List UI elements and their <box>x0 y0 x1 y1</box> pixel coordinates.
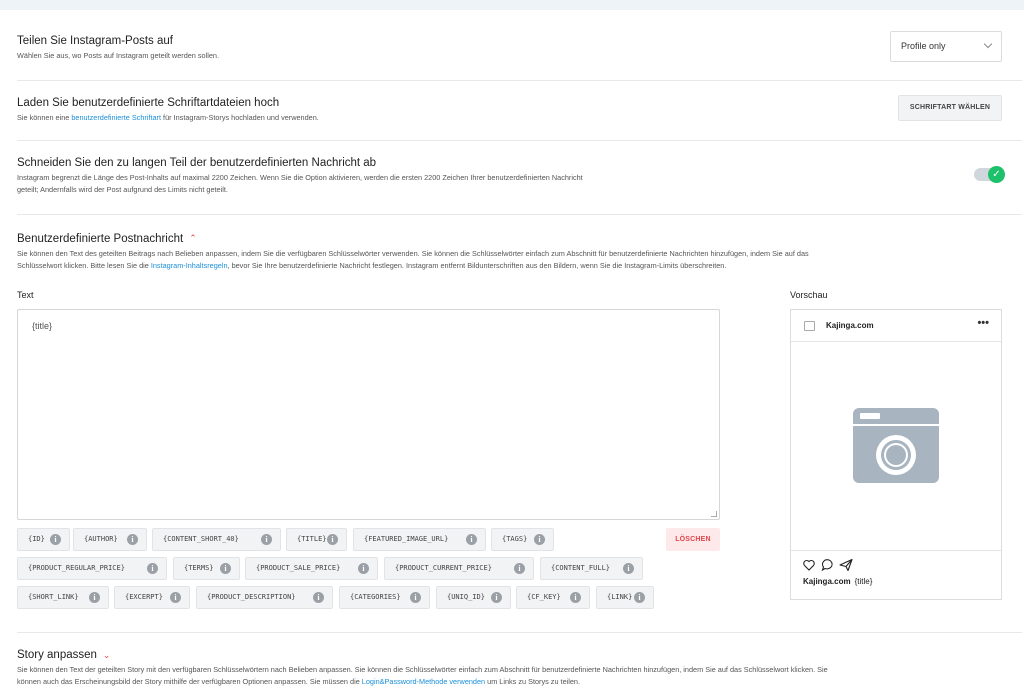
info-icon[interactable]: i <box>570 592 581 603</box>
share-section: Teilen Sie Instagram-Posts auf Wählen Si… <box>17 34 1022 62</box>
info-icon[interactable]: i <box>261 534 272 545</box>
keyword-tag[interactable]: {LINK} i <box>596 586 654 609</box>
heart-icon[interactable] <box>803 559 815 571</box>
preview-image <box>791 342 1001 551</box>
image-placeholder-icon <box>804 321 815 331</box>
keyword-tag[interactable]: {PRODUCT_SALE_PRICE} i <box>245 557 378 580</box>
info-icon[interactable]: i <box>491 592 502 603</box>
keyword-tag[interactable]: {PRODUCT_DESCRIPTION} i <box>196 586 333 609</box>
keyword-tag[interactable]: {CONTENT_SHORT_40} i <box>152 528 281 551</box>
keyword-tag[interactable]: {TAGS} i <box>491 528 554 551</box>
camera-icon <box>853 408 939 483</box>
info-icon[interactable]: i <box>358 563 369 574</box>
share-location-value: Profile only <box>901 41 946 51</box>
font-upload-description: Sie können eine benutzerdefinierte Schri… <box>17 113 319 122</box>
check-icon: ✓ <box>988 166 1005 183</box>
keyword-tag[interactable]: {ID} i <box>17 528 70 551</box>
info-icon[interactable]: i <box>50 534 61 545</box>
more-options-icon[interactable]: ••• <box>977 317 989 329</box>
info-icon[interactable]: i <box>313 592 324 603</box>
preview-actions <box>803 558 863 575</box>
info-icon[interactable]: i <box>634 592 645 603</box>
story-section: Story anpassen ⌄ Sie können den Text der … <box>17 648 1022 688</box>
caption-account: Kajinga.com <box>803 577 851 586</box>
chevron-down-icon <box>983 39 993 49</box>
choose-font-button[interactable]: SCHRIFTART WÄHLEN <box>898 95 1002 121</box>
instagram-preview-card: Kajinga.com ••• Kajinga.com {title} <box>790 309 1002 600</box>
divider <box>17 140 1022 141</box>
preview-label: Vorschau <box>790 290 828 300</box>
share-icon[interactable] <box>839 558 853 572</box>
info-icon[interactable]: i <box>623 563 634 574</box>
keyword-tag[interactable]: {TITLE} i <box>286 528 347 551</box>
divider <box>17 214 1022 215</box>
login-method-link[interactable]: Login&Password-Methode verwenden <box>362 677 485 686</box>
info-icon[interactable]: i <box>89 592 100 603</box>
comment-icon[interactable] <box>821 559 833 572</box>
keyword-tag[interactable]: {TERMS} i <box>173 557 240 580</box>
custom-message-section: Benutzerdefinierte Postnachricht ⌃ Sie kö… <box>17 231 1022 272</box>
keyword-tag[interactable]: {FEATURED_IMAGE_URL} i <box>353 528 486 551</box>
preview-caption: Kajinga.com {title} <box>803 577 872 586</box>
truncate-title: Schneiden Sie den zu langen Teil der ben… <box>17 157 377 169</box>
custom-message-title: Benutzerdefinierte Postnachricht <box>17 233 184 245</box>
keyword-tag[interactable]: {CONTENT_FULL} i <box>540 557 643 580</box>
info-icon[interactable]: i <box>466 534 477 545</box>
preview-account-name: Kajinga.com <box>826 321 874 330</box>
keyword-tag[interactable]: {CF_KEY} i <box>516 586 590 609</box>
preview-header: Kajinga.com ••• <box>791 310 1001 342</box>
divider <box>17 632 1022 633</box>
info-icon[interactable]: i <box>127 534 138 545</box>
keyword-tag[interactable]: {PRODUCT_REGULAR_PRICE} i <box>17 557 167 580</box>
custom-font-link[interactable]: benutzerdefinierte Schriftart <box>71 113 161 122</box>
keyword-tag[interactable]: {SHORT_LINK} i <box>17 586 109 609</box>
resize-handle[interactable] <box>711 511 717 517</box>
caption-text: {title} <box>854 577 873 586</box>
text-label: Text <box>17 290 34 300</box>
chevron-down-icon[interactable]: ⌄ <box>103 648 111 662</box>
font-upload-section: Laden Sie benutzerdefinierte Schriftartd… <box>17 96 1022 124</box>
font-upload-title: Laden Sie benutzerdefinierte Schriftartd… <box>17 97 280 109</box>
divider <box>17 80 1022 81</box>
message-text: {title} <box>32 321 53 331</box>
clear-button[interactable]: LÖSCHEN <box>666 528 720 551</box>
keyword-tag[interactable]: {EXCERPT} i <box>114 586 190 609</box>
info-icon[interactable]: i <box>327 534 338 545</box>
share-description: Wählen Sie aus, wo Posts auf Instagram g… <box>17 51 219 60</box>
truncate-toggle[interactable]: ✓ <box>974 166 1005 183</box>
share-title: Teilen Sie Instagram-Posts auf <box>17 35 173 47</box>
truncate-section: Schneiden Sie den zu langen Teil der ben… <box>17 156 1022 196</box>
info-icon[interactable]: i <box>534 534 545 545</box>
info-icon[interactable]: i <box>147 563 158 574</box>
instagram-rules-link[interactable]: Instagram-Inhaltsregeln <box>151 261 228 270</box>
story-description: Sie können den Text der geteilten Story … <box>17 665 828 686</box>
keyword-tag[interactable]: {CATEGORIES} i <box>339 586 430 609</box>
info-icon[interactable]: i <box>410 592 421 603</box>
story-title: Story anpassen <box>17 649 97 661</box>
truncate-description: Instagram begrenzt die Länge des Post-In… <box>17 173 583 194</box>
info-icon[interactable]: i <box>514 563 525 574</box>
chevron-up-icon[interactable]: ⌃ <box>189 231 197 245</box>
keyword-tag[interactable]: {AUTHOR} i <box>73 528 147 551</box>
info-icon[interactable]: i <box>220 563 231 574</box>
top-bar <box>0 0 1024 10</box>
info-icon[interactable]: i <box>170 592 181 603</box>
message-textarea[interactable]: {title} <box>17 309 720 520</box>
custom-message-description: Sie können den Text des geteilten Beitra… <box>17 249 809 270</box>
keyword-tag[interactable]: {UNIQ_ID} i <box>436 586 511 609</box>
keyword-tag[interactable]: {PRODUCT_CURRENT_PRICE} i <box>384 557 534 580</box>
share-location-select[interactable]: Profile only <box>890 31 1002 62</box>
